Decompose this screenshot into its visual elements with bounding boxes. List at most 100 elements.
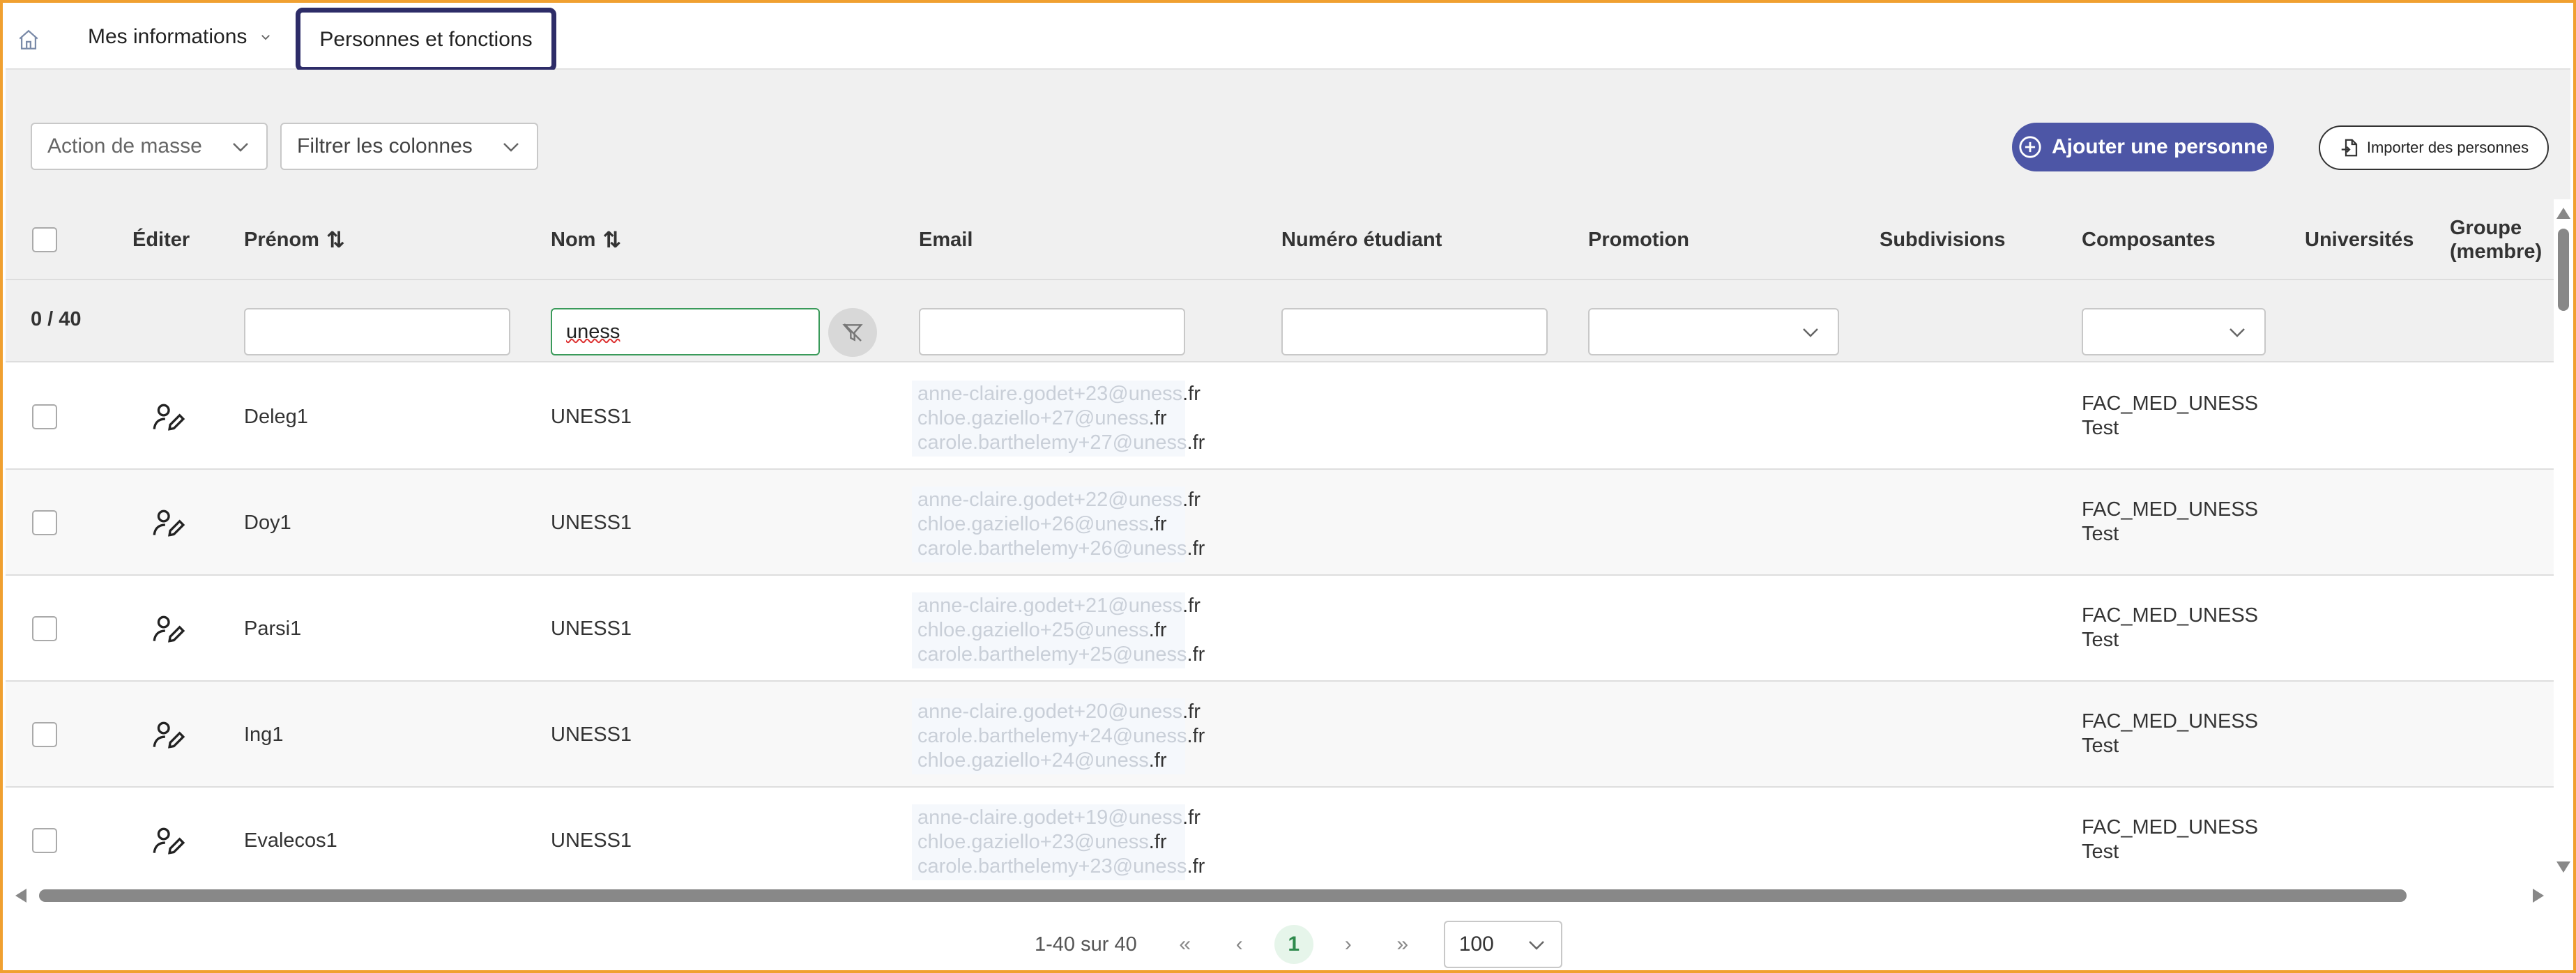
cell-firstname: Evalecos1 [244, 829, 337, 852]
app-frame: Mes informations Personnes et fonctions … [0, 0, 2576, 973]
first-page-button[interactable]: « [1166, 925, 1205, 964]
cell-firstname: Deleg1 [244, 406, 308, 428]
cell-lastname: UNESS1 [551, 406, 632, 428]
component-line: Test [2082, 735, 2119, 757]
page-size-value: 100 [1458, 933, 1494, 956]
import-persons-button[interactable]: Importer des personnes [2319, 125, 2549, 170]
add-person-label: Ajouter une personne [2051, 135, 2269, 158]
row-checkbox[interactable] [32, 404, 57, 429]
chevron-down-icon [503, 143, 519, 152]
header-group-line2: (membre) [2450, 240, 2543, 263]
header-subdivisions: Subdivisions [1880, 228, 2006, 251]
sort-icon[interactable]: ⇅ [602, 227, 621, 253]
row-checkbox[interactable] [32, 616, 57, 641]
component-line: Test [2082, 629, 2119, 651]
email-line: anne-claire.godet+19@uness.fr [917, 806, 1201, 829]
persons-table: Éditer Prénom ⇅ Nom ⇅ Email Numéro étudi… [6, 199, 2554, 882]
table-row: Evalecos1 UNESS1 anne-claire.godet+19@unes… [6, 788, 2554, 882]
cell-firstname: Ing1 [244, 723, 284, 746]
row-checkbox[interactable] [32, 722, 57, 747]
page-1-button[interactable]: 1 [1274, 925, 1313, 964]
nav-personnes-fonctions[interactable]: Personnes et fonctions [296, 8, 556, 72]
header-email: Email [919, 228, 973, 251]
edit-user-icon[interactable] [151, 400, 185, 435]
edit-user-icon[interactable] [151, 612, 185, 647]
nav-personnes-fonctions-label: Personnes et fonctions [319, 28, 533, 51]
header-lastname[interactable]: Nom ⇅ [551, 199, 621, 280]
header-universities: Universités [2305, 228, 2414, 251]
edit-user-icon[interactable] [151, 824, 185, 859]
scroll-right-icon[interactable] [2533, 889, 2544, 903]
header-student-number: Numéro étudiant [1281, 228, 1442, 251]
add-person-button[interactable]: Ajouter une personne [2012, 123, 2274, 171]
component-line: Test [2082, 841, 2119, 863]
cell-components: FAC_MED_UNESS Test [2082, 604, 2258, 652]
table-header: Éditer Prénom ⇅ Nom ⇅ Email Numéro étudi… [6, 199, 2554, 280]
promotion-filter-select[interactable] [1588, 308, 1839, 355]
chevron-down-icon [1528, 941, 1544, 950]
clear-filter-button[interactable] [828, 308, 877, 357]
cell-emails: anne-claire.godet+19@uness.fr chloe.gazie… [912, 804, 1205, 880]
email-line: carole.barthelemy+26@uness.fr [917, 537, 1205, 560]
last-page-button[interactable]: » [1383, 925, 1422, 964]
email-line: chloe.gaziello+23@uness.fr [917, 831, 1167, 853]
header-components: Composantes [2082, 228, 2216, 251]
component-line: Test [2082, 417, 2119, 439]
top-navigation: Mes informations Personnes et fonctions [6, 6, 2570, 72]
filter-columns-dropdown[interactable]: Filtrer les colonnes [280, 123, 538, 170]
prev-page-button[interactable]: ‹ [1220, 925, 1259, 964]
cell-lastname: UNESS1 [551, 512, 632, 534]
vertical-scrollbar[interactable] [2554, 199, 2573, 882]
components-filter-select[interactable] [2082, 308, 2266, 355]
email-line: carole.barthelemy+27@uness.fr [917, 431, 1205, 454]
scroll-down-icon[interactable] [2556, 861, 2570, 873]
toolbar: Action de masse Filtrer les colonnes Ajo… [6, 70, 2570, 199]
cell-firstname: Parsi1 [244, 618, 302, 640]
student-number-filter-input[interactable] [1281, 308, 1548, 355]
page-size-select[interactable]: 100 [1443, 921, 1562, 968]
header-firstname-label: Prénom [244, 228, 319, 251]
select-all-checkbox[interactable] [32, 227, 57, 252]
scroll-up-icon[interactable] [2556, 208, 2570, 219]
component-line: FAC_MED_UNESS [2082, 498, 2259, 521]
header-firstname[interactable]: Prénom ⇅ [244, 199, 345, 280]
cell-firstname: Doy1 [244, 512, 291, 534]
header-edit: Éditer [132, 228, 190, 251]
email-filter-input[interactable] [919, 308, 1185, 355]
filter-columns-label: Filtrer les colonnes [297, 135, 473, 158]
lastname-filter-input[interactable]: uness [551, 308, 820, 355]
vertical-scroll-thumb[interactable] [2558, 229, 2569, 311]
email-line: chloe.gaziello+24@uness.fr [917, 749, 1167, 772]
component-line: FAC_MED_UNESS [2082, 710, 2259, 733]
cell-emails: anne-claire.godet+20@uness.fr carole.bart… [912, 698, 1205, 774]
home-icon[interactable] [17, 28, 40, 52]
sort-icon[interactable]: ⇅ [326, 227, 345, 253]
nav-mes-informations[interactable]: Mes informations [88, 25, 272, 49]
pagination-range: 1-40 sur 40 [1035, 933, 1137, 956]
email-line: chloe.gaziello+25@uness.fr [917, 619, 1167, 641]
header-lastname-label: Nom [551, 228, 596, 251]
header-promotion: Promotion [1588, 228, 1689, 251]
row-checkbox[interactable] [32, 510, 57, 535]
row-checkbox[interactable] [32, 828, 57, 853]
component-line: Test [2082, 523, 2119, 545]
email-line: anne-claire.godet+23@uness.fr [917, 383, 1201, 405]
mass-action-dropdown[interactable]: Action de masse [31, 123, 268, 170]
chevron-down-icon [1803, 328, 1818, 337]
horizontal-scroll-thumb[interactable] [39, 889, 2407, 902]
cell-components: FAC_MED_UNESS Test [2082, 498, 2258, 546]
edit-user-icon[interactable] [151, 718, 185, 753]
cell-components: FAC_MED_UNESS Test [2082, 710, 2258, 758]
nav-mes-informations-label: Mes informations [88, 25, 247, 48]
firstname-filter-input[interactable] [244, 308, 510, 355]
email-line: anne-claire.godet+20@uness.fr [917, 700, 1201, 723]
selection-count: 0 / 40 [31, 308, 82, 330]
next-page-button[interactable]: › [1329, 925, 1368, 964]
edit-user-icon[interactable] [151, 506, 185, 541]
email-line: carole.barthelemy+25@uness.fr [917, 643, 1205, 666]
header-group-line1: Groupe [2450, 217, 2522, 239]
horizontal-scrollbar[interactable] [6, 884, 2554, 907]
cell-lastname: UNESS1 [551, 723, 632, 746]
scroll-left-icon[interactable] [15, 889, 26, 903]
import-persons-label: Importer des personnes [2366, 139, 2529, 156]
